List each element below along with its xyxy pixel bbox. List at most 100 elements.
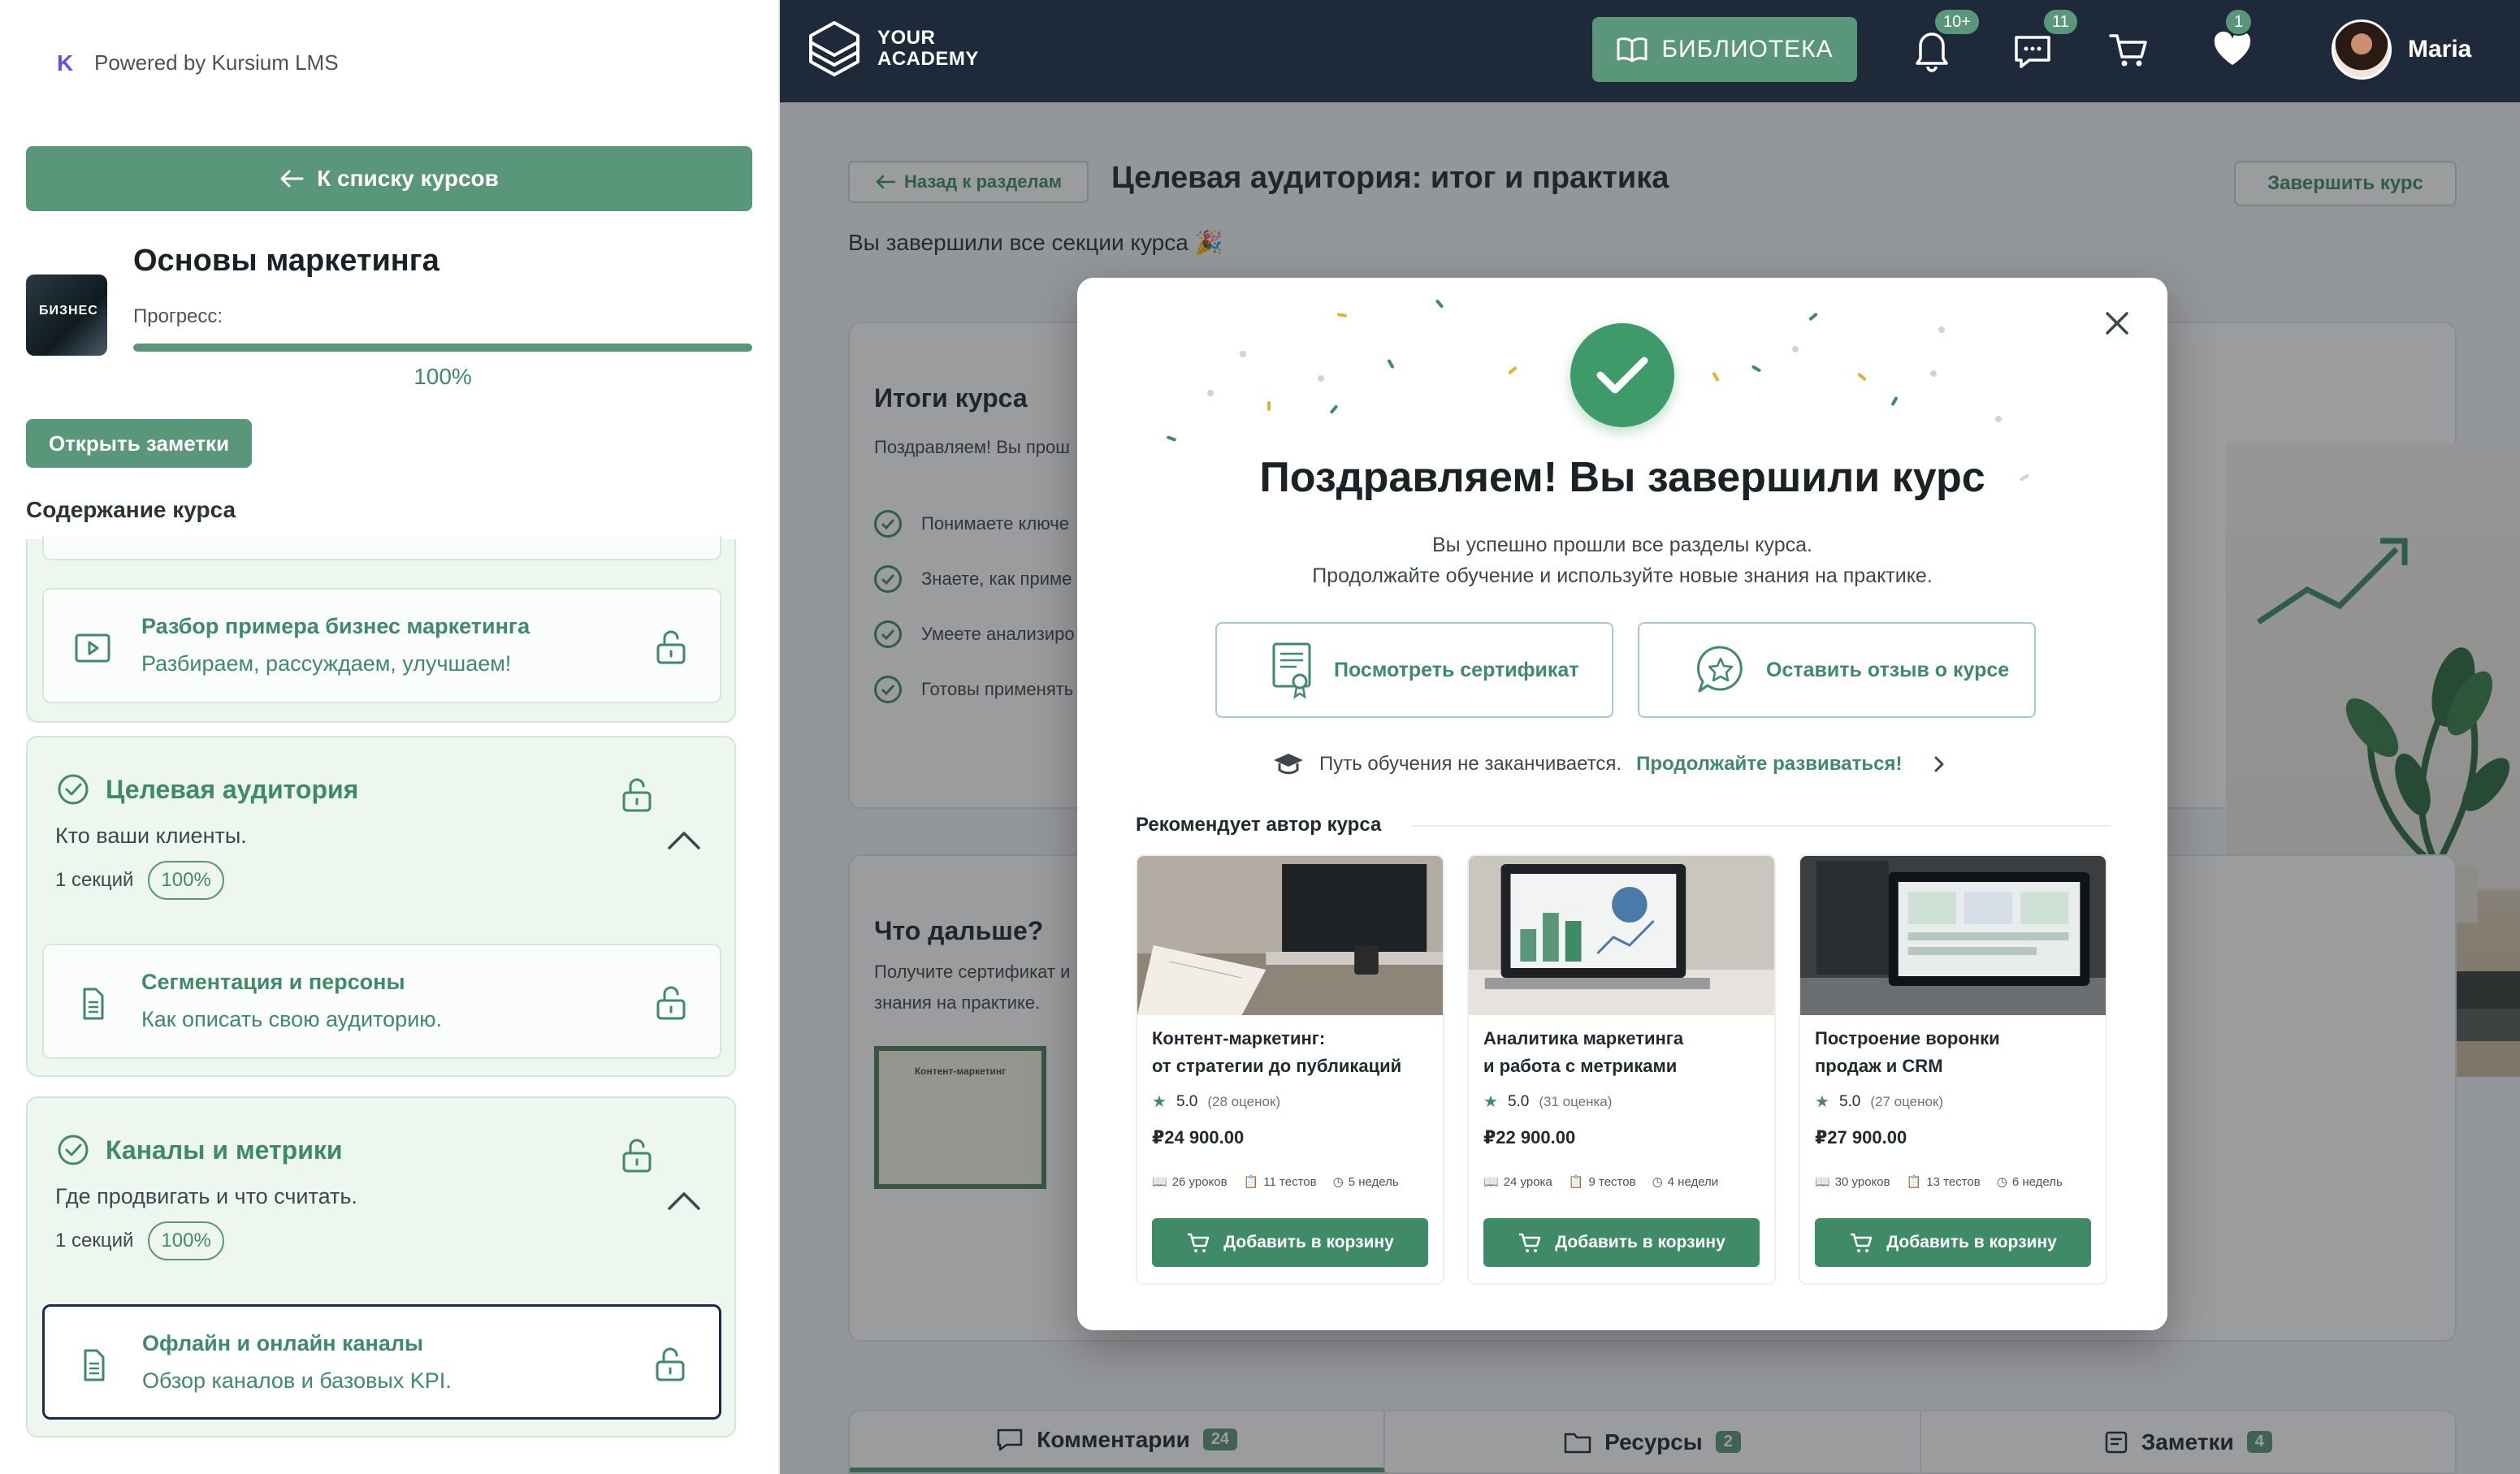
add-to-cart-button[interactable]: Добавить в корзину: [1815, 1218, 2091, 1267]
rating-count: (27 оценок): [1870, 1093, 1944, 1109]
product-name-line: Аналитика маркетинга: [1483, 1028, 1684, 1048]
modal-subtitle-line: Вы успешно прошли все разделы курса.: [1431, 534, 1812, 556]
keep-growing-link[interactable]: Продолжайте развиваться!: [1636, 753, 1902, 776]
duration: ◷ 4 недели: [1652, 1174, 1719, 1190]
lesson-card[interactable]: Разбор примера бизнес маркетинга Разбира…: [42, 588, 721, 703]
graduation-cap-icon: [1274, 754, 1303, 775]
tests-text: 13 тестов: [1926, 1174, 1981, 1189]
add-to-cart-button[interactable]: Добавить в корзину: [1483, 1218, 1760, 1267]
recommendations-title: Рекомендует автор курса: [1136, 814, 1382, 836]
test-icon: 📋: [1568, 1175, 1584, 1189]
academy-logo[interactable]: YOUR ACADEMY: [806, 19, 979, 78]
lessons-text: 26 уроков: [1171, 1174, 1228, 1189]
k-logo-icon: K: [57, 50, 74, 76]
notifications-badge: 10+: [1933, 8, 1981, 36]
duration: ◷ 6 недель: [1997, 1174, 2063, 1190]
lessons-text: 30 уроков: [1834, 1174, 1890, 1189]
module-percent-badge: 100%: [148, 861, 224, 900]
lessons-count: 📖 24 урока: [1483, 1174, 1552, 1190]
module-meta: 1 секций 100%: [55, 861, 224, 900]
lesson-card[interactable]: Сегментация и персоны Как описать свою а…: [42, 944, 721, 1059]
book-icon: [1617, 37, 1648, 63]
add-to-cart-button[interactable]: Добавить в корзину: [1152, 1218, 1428, 1267]
powered-by-text: Powered by Kursium LMS: [94, 50, 339, 75]
duration-text: 4 недели: [1667, 1174, 1719, 1189]
rating-count: (28 оценок): [1207, 1093, 1281, 1109]
course-title: Основы маркетинга: [133, 244, 439, 278]
view-certificate-label: Посмотреть сертификат: [1334, 658, 1579, 681]
logo-line-1: YOUR: [877, 27, 936, 49]
chevron-up-icon[interactable]: [666, 827, 702, 851]
powered-by[interactable]: K Powered by Kursium LMS: [57, 50, 339, 76]
confetti: [1808, 312, 1818, 322]
modal-subtitle: Вы успешно прошли все разделы курса. Про…: [1077, 530, 2167, 591]
product-name: Контент-маркетинг: от стратегии до публи…: [1152, 1025, 1436, 1080]
top-navigation-bar: YOUR ACADEMY БИБЛИОТЕКА 10+ 11 1 Maria: [780, 0, 2520, 102]
unlock-icon: [622, 778, 652, 812]
course-sidebar: K Powered by Kursium LMS К списку курсов…: [0, 0, 780, 1474]
module-sections: 1 секций: [55, 1230, 134, 1251]
product-price: ₽27 900.00: [1815, 1127, 1907, 1148]
module-header[interactable]: Целевая аудитория: [57, 773, 358, 806]
module-card-target-audience: Целевая аудитория Кто ваши клиенты. 1 се…: [26, 736, 736, 1077]
star-icon: ★: [1152, 1093, 1167, 1111]
lesson-subtitle: Как описать свою аудиторию.: [141, 1007, 443, 1031]
user-name[interactable]: Maria: [2408, 36, 2471, 63]
modal-subtitle-line: Продолжайте обучение и используйте новые…: [1312, 564, 1933, 587]
user-avatar[interactable]: [2332, 19, 2392, 80]
lesson-card-cut[interactable]: [42, 536, 721, 560]
course-thumb-text: БИЗНЕС: [39, 304, 98, 318]
module-title: Целевая аудитория: [106, 774, 359, 804]
success-check-icon: [1570, 323, 1674, 427]
duration-text: 6 недель: [2011, 1174, 2063, 1189]
view-certificate-button[interactable]: Посмотреть сертификат: [1215, 622, 1613, 718]
product-name-line: и работа с метриками: [1483, 1056, 1678, 1076]
unlock-icon: [622, 1139, 652, 1173]
product-card[interactable]: Построение воронки продаж и CRM ★ 5.0 (2…: [1799, 854, 2107, 1285]
confetti: [1930, 370, 1937, 377]
cart-icon: [1851, 1233, 1873, 1252]
open-notes-button[interactable]: Открыть заметки: [26, 419, 252, 468]
module-card-channels: Каналы и метрики Где продвигать и что сч…: [26, 1096, 736, 1437]
product-card[interactable]: Контент-маркетинг: от стратегии до публи…: [1136, 854, 1444, 1285]
module-header[interactable]: Каналы и метрики: [57, 1134, 343, 1166]
library-label: БИБЛИОТЕКА: [1661, 36, 1834, 63]
book-icon: 📖: [1483, 1175, 1499, 1189]
cart-icon[interactable]: [2104, 23, 2153, 75]
leave-review-button[interactable]: Оставить отзыв о курсе: [1638, 622, 2036, 718]
check-circle-icon: [58, 774, 89, 805]
product-name-line: от стратегии до публикаций: [1152, 1056, 1402, 1076]
unlock-icon: [656, 1347, 685, 1381]
star-chat-icon: [1696, 646, 1743, 693]
rating-value: 5.0: [1507, 1092, 1530, 1110]
duration-text: 5 недель: [1348, 1174, 1399, 1189]
add-to-cart-label: Добавить в корзину: [1223, 1233, 1394, 1251]
module-title: Каналы и метрики: [106, 1135, 343, 1165]
unlock-icon: [656, 630, 686, 664]
product-name-line: продаж и CRM: [1815, 1056, 1943, 1076]
close-icon[interactable]: [2101, 307, 2133, 339]
confetti: [1329, 404, 1339, 414]
check-circle-icon: [58, 1135, 89, 1165]
lesson-card-active[interactable]: Офлайн и онлайн каналы Обзор каналов и б…: [42, 1304, 721, 1420]
lesson-subtitle: Разбираем, рассуждаем, улучшаем!: [141, 651, 512, 676]
unlock-icon: [656, 986, 686, 1020]
test-icon: 📋: [1906, 1175, 1922, 1189]
rating-count: (31 оценка): [1539, 1093, 1613, 1109]
product-meta: 📖 30 уроков 📋 13 тестов ◷ 6 недель: [1815, 1174, 2063, 1190]
progress-percent: 100%: [414, 364, 472, 389]
back-to-courses-button[interactable]: К списку курсов: [26, 146, 752, 211]
duration: ◷ 5 недель: [1332, 1174, 1399, 1190]
confetti: [1267, 401, 1271, 411]
clock-icon: ◷: [1332, 1175, 1344, 1189]
product-card[interactable]: Аналитика маркетинга и работа с метрикам…: [1467, 854, 1776, 1285]
library-button[interactable]: БИБЛИОТЕКА: [1592, 17, 1857, 82]
confetti: [1318, 375, 1324, 382]
confetti: [1435, 299, 1444, 309]
tests-count: 📋 13 тестов: [1906, 1174, 1981, 1190]
product-name-line: Построение воронки: [1815, 1028, 2000, 1048]
chevron-up-icon[interactable]: [666, 1187, 702, 1212]
lesson-subtitle: Обзор каналов и базовых KPI.: [142, 1368, 452, 1393]
chevron-right-icon[interactable]: [1931, 754, 1947, 774]
module-percent-badge: 100%: [148, 1221, 224, 1260]
